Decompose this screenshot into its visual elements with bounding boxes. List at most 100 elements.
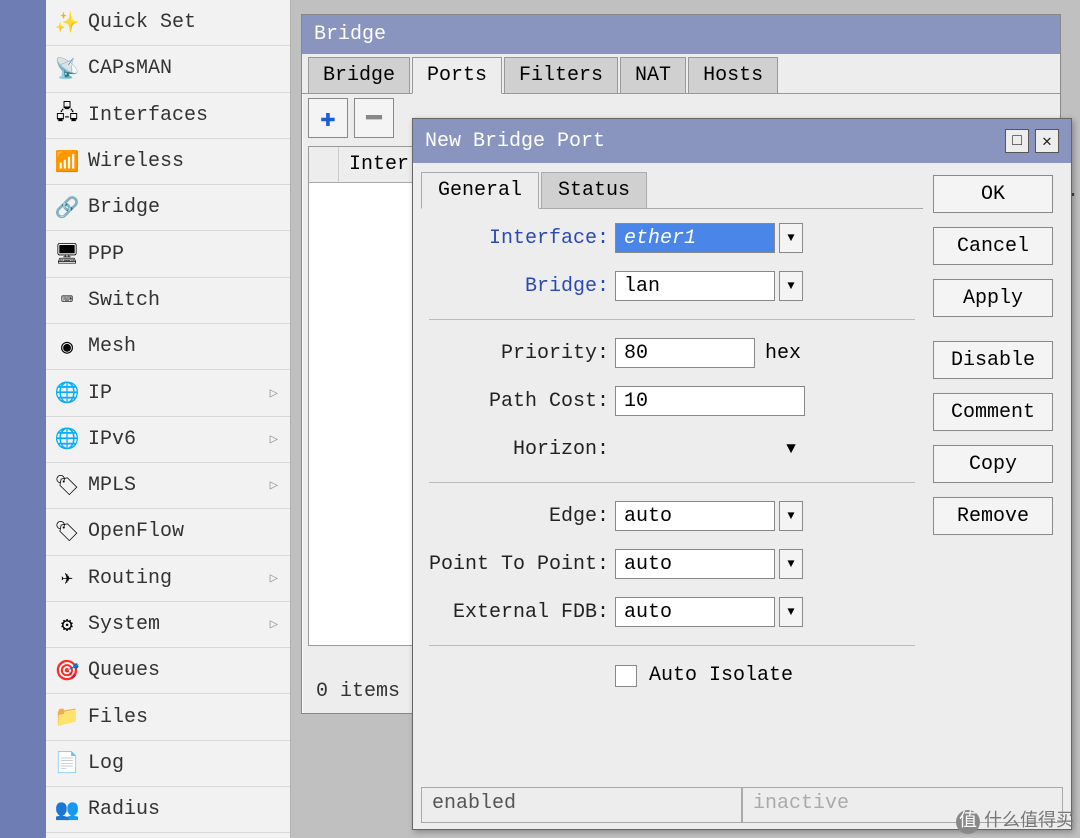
sidebar-item-label: System: [88, 613, 270, 636]
horizon-field[interactable]: [615, 434, 775, 464]
sidebar-item-label: Wireless: [88, 150, 290, 173]
remove-button[interactable]: Remove: [933, 497, 1053, 535]
sidebar-item-switch[interactable]: ⌨ Switch: [46, 278, 290, 324]
card-icon: 🖧: [52, 100, 82, 130]
users-icon: 👥: [52, 795, 82, 825]
tag-icon: 🏷: [52, 471, 82, 501]
ptp-dropdown[interactable]: ▼: [779, 549, 803, 579]
sidebar-item-ip[interactable]: 🌐 IP▷: [46, 370, 290, 416]
ptp-field[interactable]: [615, 549, 775, 579]
sidebar-item-label: Switch: [88, 289, 290, 312]
new-bridge-port-dialog: New Bridge Port □ ✕ General Status Inter…: [412, 118, 1072, 830]
bridge-field[interactable]: [615, 271, 775, 301]
sidebar-item-label: Radius: [88, 798, 290, 821]
sidebar-item-label: CAPsMAN: [88, 57, 290, 80]
sidebar-item-label: Log: [88, 752, 290, 775]
label-extfdb: External FDB:: [425, 601, 615, 624]
edge-dropdown[interactable]: ▼: [779, 501, 803, 531]
horizon-expand[interactable]: ▼: [779, 434, 803, 464]
sidebar-item-mpls[interactable]: 🏷MPLS▷: [46, 463, 290, 509]
sidebar-item-label: IP: [88, 382, 270, 405]
edge-field[interactable]: [615, 501, 775, 531]
sidebar: ✨ Quick Set 📡 CAPsMAN 🖧Interfaces 📶 Wireles…: [46, 0, 291, 838]
disable-button[interactable]: Disable: [933, 341, 1053, 379]
bridge-tabs: Bridge Ports Filters NAT Hosts: [302, 54, 1060, 94]
dialog-tabs: General Status: [421, 169, 923, 209]
priority-suffix: hex: [765, 342, 801, 365]
wand-icon: ✨: [52, 8, 82, 38]
tab-general[interactable]: General: [421, 172, 539, 209]
maximize-button[interactable]: □: [1005, 129, 1029, 153]
wireless-icon: 📶: [52, 147, 82, 177]
comment-button[interactable]: Comment: [933, 393, 1053, 431]
sidebar-item-label: MPLS: [88, 474, 270, 497]
sidebar-item-label: Quick Set: [88, 11, 290, 34]
tab-nat[interactable]: NAT: [620, 57, 686, 93]
tab-ports[interactable]: Ports: [412, 57, 502, 94]
chevron-right-icon: ▷: [270, 616, 278, 633]
sidebar-item-label: Files: [88, 706, 290, 729]
add-button[interactable]: ✚: [308, 98, 348, 138]
dialog-form-area: General Status Interface: ▼ Bridge: ▼: [421, 169, 923, 705]
sidebar-item-radius[interactable]: 👥 Radius: [46, 787, 290, 833]
switch-icon: ⌨: [52, 285, 82, 315]
ip-icon: 🌐: [52, 378, 82, 408]
close-button[interactable]: ✕: [1035, 129, 1059, 153]
extfdb-dropdown[interactable]: ▼: [779, 597, 803, 627]
copy-button[interactable]: Copy: [933, 445, 1053, 483]
sidebar-item-wireless[interactable]: 📶 Wireless: [46, 139, 290, 185]
tab-hosts[interactable]: Hosts: [688, 57, 778, 93]
label-edge: Edge:: [425, 505, 615, 528]
auto-isolate-label: Auto Isolate: [649, 664, 793, 687]
sidebar-item-openflow[interactable]: 🏷OpenFlow: [46, 509, 290, 555]
sidebar-item-label: Mesh: [88, 335, 290, 358]
antenna-icon: 📡: [52, 54, 82, 84]
list-col-interface[interactable]: Inter: [339, 147, 420, 182]
interface-field[interactable]: [615, 223, 775, 253]
sidebar-item-bridge[interactable]: 🔗Bridge: [46, 185, 290, 231]
tab-filters[interactable]: Filters: [504, 57, 618, 93]
dialog-buttons: OK Cancel Apply Disable Comment Copy Rem…: [923, 169, 1063, 705]
sidebar-item-routing[interactable]: ✈Routing▷: [46, 556, 290, 602]
sidebar-item-system[interactable]: ⚙System▷: [46, 602, 290, 648]
cancel-button[interactable]: Cancel: [933, 227, 1053, 265]
sidebar-item-files[interactable]: 📁Files: [46, 694, 290, 740]
sidebar-item-quickset[interactable]: ✨ Quick Set: [46, 0, 290, 46]
sidebar-item-label: Queues: [88, 659, 290, 682]
window-title: Bridge: [302, 15, 1060, 54]
label-interface: Interface:: [425, 227, 615, 250]
sidebar-item-log[interactable]: 📄 Log: [46, 741, 290, 787]
interface-dropdown[interactable]: ▼: [779, 223, 803, 253]
priority-field[interactable]: [615, 338, 755, 368]
tab-status[interactable]: Status: [541, 172, 647, 208]
sidebar-item-label: Routing: [88, 567, 270, 590]
dialog-titlebar[interactable]: New Bridge Port □ ✕: [413, 119, 1071, 163]
separator: [429, 482, 915, 483]
sidebar-item-capsman[interactable]: 📡 CAPsMAN: [46, 46, 290, 92]
apply-button[interactable]: Apply: [933, 279, 1053, 317]
auto-isolate-checkbox[interactable]: [615, 665, 637, 687]
sidebar-item-queues[interactable]: 🎯Queues: [46, 648, 290, 694]
sidebar-item-ipv6[interactable]: 🌐IPv6▷: [46, 417, 290, 463]
ppp-icon: 🖥: [52, 239, 82, 269]
list-col-blank[interactable]: [309, 147, 339, 182]
sidebar-item-mesh[interactable]: ◉Mesh: [46, 324, 290, 370]
tab-bridge[interactable]: Bridge: [308, 57, 410, 93]
watermark: 值什么值得买: [956, 806, 1074, 834]
sidebar-item-ppp[interactable]: 🖥 PPP: [46, 231, 290, 277]
label-pathcost: Path Cost:: [425, 390, 615, 413]
label-bridge: Bridge:: [425, 275, 615, 298]
sidebar-item-label: IPv6: [88, 428, 270, 451]
remove-button[interactable]: ━: [354, 98, 394, 138]
bridge-dropdown[interactable]: ▼: [779, 271, 803, 301]
chevron-right-icon: ▷: [270, 385, 278, 402]
log-icon: 📄: [52, 748, 82, 778]
sidebar-item-interfaces[interactable]: 🖧Interfaces: [46, 93, 290, 139]
sidebar-item-label: PPP: [88, 243, 290, 266]
left-accent-band: [0, 0, 46, 838]
extfdb-field[interactable]: [615, 597, 775, 627]
ok-button[interactable]: OK: [933, 175, 1053, 213]
tag-icon: 🏷: [52, 517, 82, 547]
pathcost-field[interactable]: [615, 386, 805, 416]
ipv6-icon: 🌐: [52, 424, 82, 454]
